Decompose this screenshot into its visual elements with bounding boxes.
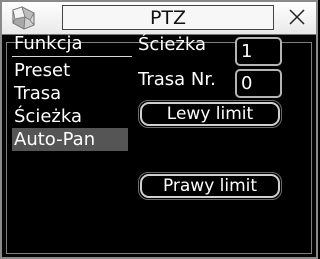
path-label: Ścieżka bbox=[138, 34, 206, 55]
left-limit-button[interactable]: Lewy limit bbox=[140, 102, 280, 126]
menu-item-auto-pan[interactable]: Auto-Pan bbox=[12, 128, 128, 151]
title-bar: PTZ bbox=[2, 2, 316, 35]
path-number-field[interactable]: 1 bbox=[235, 37, 282, 66]
menu-item-trasa[interactable]: Trasa bbox=[12, 82, 128, 105]
path-number-value: 1 bbox=[241, 41, 253, 62]
menu-item-preset[interactable]: Preset bbox=[12, 59, 128, 82]
menu-divider bbox=[12, 56, 132, 57]
close-icon[interactable] bbox=[285, 5, 309, 29]
tour-number-field[interactable]: 0 bbox=[235, 69, 282, 98]
tour-number-value: 0 bbox=[241, 73, 253, 94]
title-frame: PTZ bbox=[62, 5, 274, 30]
menu-title: Funkcja bbox=[14, 33, 83, 54]
window-title: PTZ bbox=[149, 7, 187, 29]
ptz-window: PTZ Funkcja Preset Trasa Ścieżka Auto-Pa… bbox=[0, 0, 318, 259]
tour-label: Trasa Nr. bbox=[138, 69, 216, 90]
right-limit-button[interactable]: Prawy limit bbox=[140, 174, 280, 198]
menu-item-sciezka[interactable]: Ścieżka bbox=[12, 105, 128, 128]
dvr-logo-icon bbox=[12, 6, 35, 30]
